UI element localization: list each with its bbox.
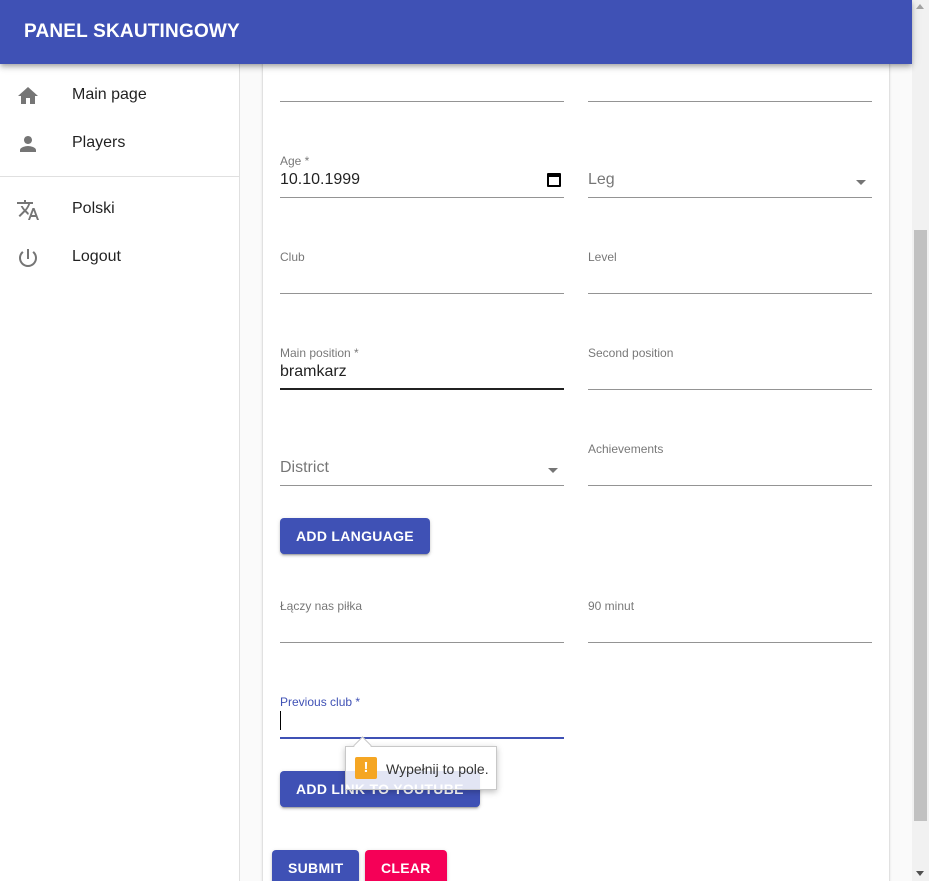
district-placeholder: District bbox=[280, 459, 329, 476]
nav-item-main-page[interactable]: Main page bbox=[0, 72, 239, 120]
age-label: Age * bbox=[280, 154, 310, 168]
field-underline bbox=[280, 485, 564, 486]
field-underline bbox=[588, 389, 872, 390]
warning-icon bbox=[355, 757, 377, 779]
field-underline bbox=[280, 101, 564, 102]
laczy-nas-pilka-field[interactable]: Łączy nas piłka bbox=[280, 599, 564, 643]
field-underline bbox=[588, 293, 872, 294]
field-underline bbox=[280, 293, 564, 294]
page-scrollbar[interactable] bbox=[912, 0, 929, 881]
nav-item-logout[interactable]: Logout bbox=[0, 234, 239, 282]
nav-item-language[interactable]: Polski bbox=[0, 186, 239, 234]
leg-placeholder: Leg bbox=[588, 171, 615, 188]
nav-item-players[interactable]: Players bbox=[0, 120, 239, 168]
dropdown-arrow-icon bbox=[548, 468, 558, 473]
field-underline bbox=[280, 388, 564, 390]
nav-item-label: Polski bbox=[72, 200, 115, 217]
level-label: Level bbox=[588, 250, 617, 264]
add-language-button[interactable]: ADD LANGUAGE bbox=[280, 518, 430, 554]
club-field[interactable]: Club bbox=[280, 250, 564, 294]
scroll-up-arrow-icon[interactable] bbox=[916, 4, 924, 9]
nav-item-label: Main page bbox=[72, 86, 147, 103]
previous-club-field[interactable]: Previous club * bbox=[280, 695, 564, 739]
district-select[interactable]: District bbox=[280, 442, 564, 486]
nav-item-label: Players bbox=[72, 134, 126, 151]
age-value: 10.10.1999 bbox=[280, 171, 361, 188]
scrollbar-thumb[interactable] bbox=[914, 230, 927, 821]
validation-tooltip: Wypełnij to pole. bbox=[345, 746, 497, 790]
translate-icon bbox=[17, 200, 39, 220]
height-field[interactable] bbox=[588, 58, 872, 102]
submit-button[interactable]: SUBMIT bbox=[272, 850, 360, 881]
scroll-down-arrow-icon[interactable] bbox=[916, 871, 924, 876]
field-underline bbox=[588, 197, 872, 198]
nav-divider bbox=[0, 176, 239, 177]
leg-select[interactable]: Leg bbox=[588, 154, 872, 198]
calendar-icon[interactable] bbox=[547, 173, 561, 187]
text-cursor bbox=[280, 711, 281, 730]
field-underline bbox=[280, 642, 564, 643]
field-underline bbox=[588, 101, 872, 102]
age-field[interactable]: Age * 10.10.1999 bbox=[280, 154, 564, 198]
app-bar: PANEL SKAUTINGOWY bbox=[0, 0, 912, 64]
side-drawer: Main page Players Polski Logout bbox=[0, 64, 240, 881]
app-title: PANEL SKAUTINGOWY bbox=[24, 21, 240, 42]
weight-field[interactable] bbox=[280, 58, 564, 102]
90-minut-field[interactable]: 90 minut bbox=[588, 599, 872, 643]
achievements-label: Achievements bbox=[588, 442, 664, 456]
field-underline bbox=[588, 485, 872, 486]
club-label: Club bbox=[280, 250, 305, 264]
clear-button[interactable]: CLEAR bbox=[365, 850, 447, 881]
field-underline bbox=[280, 737, 564, 739]
field-underline bbox=[280, 197, 564, 198]
person-icon bbox=[20, 136, 36, 152]
previous-club-label: Previous club * bbox=[280, 695, 361, 709]
second-position-label: Second position bbox=[588, 346, 674, 360]
field-underline bbox=[588, 642, 872, 643]
validation-message: Wypełnij to pole. bbox=[386, 761, 489, 777]
dropdown-arrow-icon bbox=[856, 180, 866, 185]
power-icon bbox=[19, 249, 37, 267]
home-icon bbox=[18, 87, 38, 104]
second-position-field[interactable]: Second position bbox=[588, 346, 872, 390]
laczy-nas-pilka-label: Łączy nas piłka bbox=[280, 599, 363, 613]
level-field[interactable]: Level bbox=[588, 250, 872, 294]
nav-item-label: Logout bbox=[72, 248, 121, 265]
main-position-value: bramkarz bbox=[280, 363, 347, 380]
main-position-field[interactable]: Main position * bramkarz bbox=[280, 346, 564, 390]
main-position-label: Main position * bbox=[280, 346, 359, 360]
achievements-field[interactable]: Achievements bbox=[588, 442, 872, 486]
90-minut-label: 90 minut bbox=[588, 599, 635, 613]
